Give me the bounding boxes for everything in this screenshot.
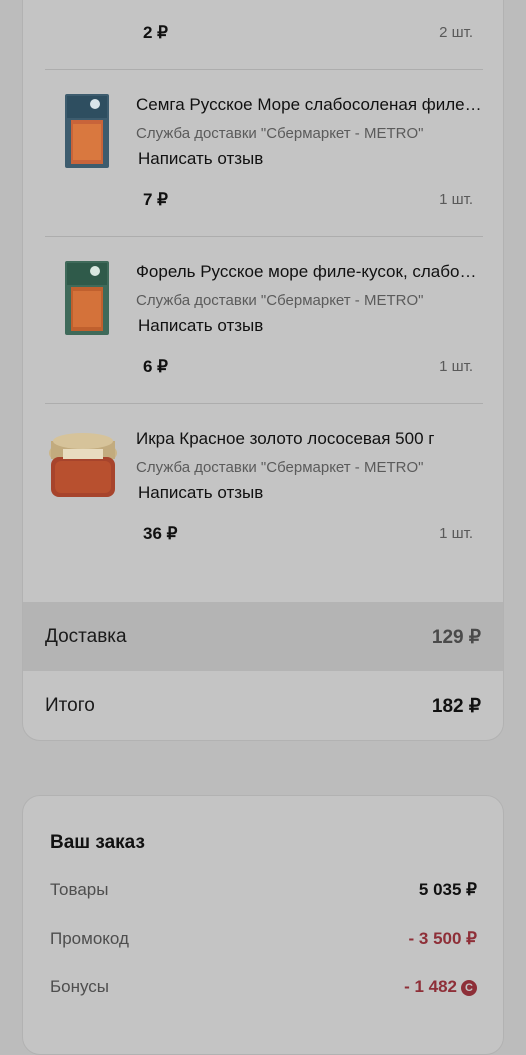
goods-label: Товары [50, 880, 109, 899]
product-image-salmon [65, 94, 109, 168]
write-review-link[interactable]: Написать отзыв [138, 316, 263, 336]
product-image-caviar [49, 433, 117, 497]
order-items-card: 2 ₽ 2 шт. Семга Русское Море слабосолена… [22, 0, 504, 741]
item-vendor: Служба доставки "Сбермаркет - METRO" [136, 292, 424, 309]
total-label: Итого [45, 695, 95, 716]
order-summary-card: Ваш заказ Товары 5 035 ₽ Промокод - 3 50… [22, 795, 504, 1055]
delivery-value: 129 ₽ [431, 627, 481, 648]
item-vendor: Служба доставки "Сбермаркет - METRO" [136, 125, 424, 142]
promo-label: Промокод [50, 929, 129, 948]
item-quantity: 1 шт. [439, 358, 473, 375]
write-review-link[interactable]: Написать отзыв [138, 149, 263, 169]
goods-value: 5 035 ₽ [418, 880, 477, 899]
item-title[interactable]: Семга Русское Море слабосоленая филе-кус… [136, 95, 482, 115]
bonus-coin-icon: С [461, 980, 477, 996]
item-price: 6 ₽ [143, 357, 168, 376]
product-image-trout [65, 261, 109, 335]
item-title[interactable]: Форель Русское море филе-кусок, слабосол… [136, 262, 482, 282]
item-quantity: 1 шт. [439, 191, 473, 208]
item-quantity: 1 шт. [439, 525, 473, 542]
item-vendor: Служба доставки "Сбермаркет - METRO" [136, 459, 424, 476]
bonus-label: Бонусы [50, 977, 110, 996]
bonus-value-group: - 1 482 С [404, 977, 477, 997]
summary-title: Ваш заказ [50, 832, 145, 853]
item-quantity: 2 шт. [439, 24, 473, 41]
total-value: 182 ₽ [431, 696, 481, 717]
write-review-link[interactable]: Написать отзыв [138, 483, 263, 503]
item-title[interactable]: Икра Красное золото лососевая 500 г [136, 429, 482, 449]
divider [45, 236, 483, 237]
promo-value: - 3 500 ₽ [408, 929, 477, 948]
divider [45, 403, 483, 404]
item-price: 2 ₽ [143, 23, 168, 42]
delivery-row: Доставка 129 ₽ [23, 602, 503, 671]
item-price: 7 ₽ [143, 190, 168, 209]
item-price: 36 ₽ [143, 524, 178, 543]
bonus-value: - 1 482 [404, 977, 457, 996]
divider [45, 69, 483, 70]
delivery-label: Доставка [45, 626, 127, 647]
